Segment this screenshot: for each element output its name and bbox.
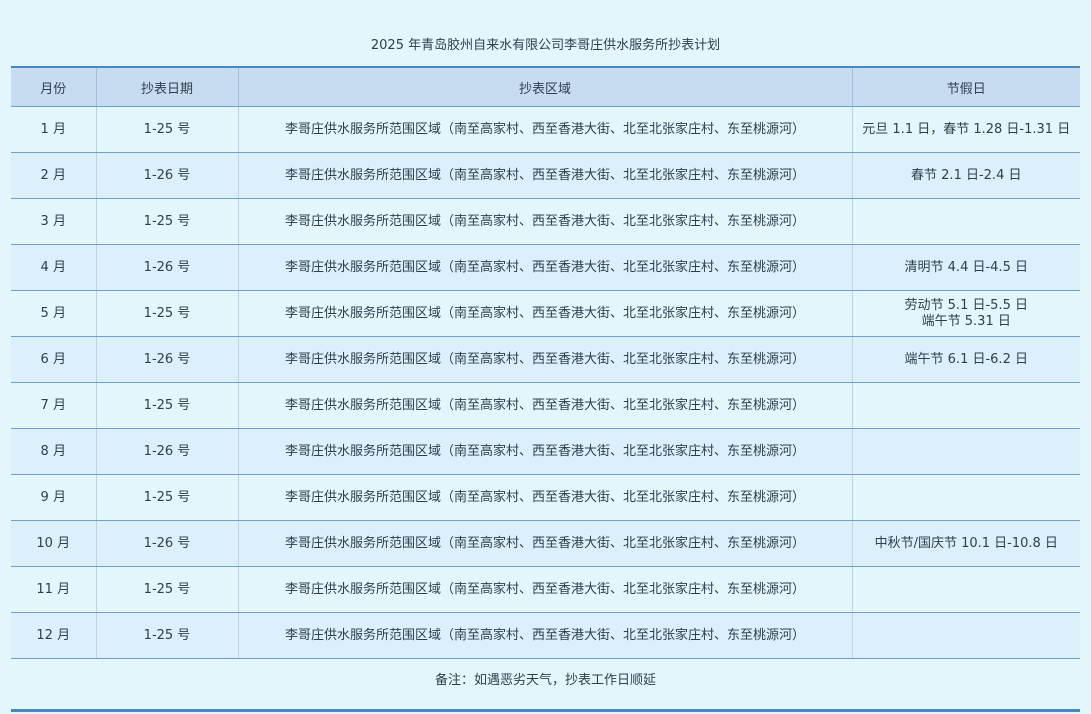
- area-cell: 李哥庄供水服务所范围区域（南至高家村、西至香港大街、北至北张家庄村、东至桃源河）: [238, 566, 853, 613]
- date-cell: 1-26 号: [96, 336, 239, 383]
- date-cell: 1-25 号: [96, 566, 239, 613]
- table-row: 3 月 1-25 号李哥庄供水服务所范围区域（南至高家村、西至香港大街、北至北张家…: [11, 198, 1080, 245]
- table-header: 月份 抄表日期 抄表区域 节假日: [11, 67, 1080, 107]
- holiday-cell: [852, 612, 1080, 659]
- date-cell: 1-25 号: [96, 290, 239, 337]
- column-header-date: 抄表日期: [96, 67, 239, 107]
- date-cell: 1-25 号: [96, 474, 239, 521]
- table-row: 5 月 1-25 号李哥庄供水服务所范围区域（南至高家村、西至香港大街、北至北张家…: [11, 290, 1080, 337]
- date-cell: 1-25 号: [96, 612, 239, 659]
- column-header-holiday: 节假日: [852, 67, 1080, 107]
- holiday-text: 端午节 5.31 日: [921, 313, 1011, 329]
- month-cell: 11 月: [11, 566, 97, 613]
- area-cell: 李哥庄供水服务所范围区域（南至高家村、西至香港大街、北至北张家庄村、东至桃源河）: [238, 520, 853, 567]
- date-cell: 1-25 号: [96, 106, 239, 153]
- holiday-text: 元旦 1.1 日，春节 1.28 日-1.31 日: [862, 121, 1071, 137]
- table-row: 11 月 1-25 号李哥庄供水服务所范围区域（南至高家村、西至香港大街、北至北张…: [11, 566, 1080, 613]
- area-cell: 李哥庄供水服务所范围区域（南至高家村、西至香港大街、北至北张家庄村、东至桃源河）: [238, 428, 853, 475]
- month-cell: 6 月: [11, 336, 97, 383]
- table-row: 8 月 1-26 号李哥庄供水服务所范围区域（南至高家村、西至香港大街、北至北张家…: [11, 428, 1080, 475]
- area-cell: 李哥庄供水服务所范围区域（南至高家村、西至香港大街、北至北张家庄村、东至桃源河）: [238, 152, 853, 199]
- holiday-cell: [852, 474, 1080, 521]
- table-row: 6 月 1-26 号李哥庄供水服务所范围区域（南至高家村、西至香港大街、北至北张家…: [11, 336, 1080, 383]
- month-cell: 2 月: [11, 152, 97, 199]
- area-cell: 李哥庄供水服务所范围区域（南至高家村、西至香港大街、北至北张家庄村、东至桃源河）: [238, 612, 853, 659]
- holiday-cell: 中秋节/国庆节 10.1 日-10.8 日: [852, 520, 1080, 567]
- holiday-text: 中秋节/国庆节 10.1 日-10.8 日: [874, 535, 1058, 551]
- area-cell: 李哥庄供水服务所范围区域（南至高家村、西至香港大街、北至北张家庄村、东至桃源河）: [238, 336, 853, 383]
- holiday-cell: [852, 382, 1080, 429]
- area-cell: 李哥庄供水服务所范围区域（南至高家村、西至香港大街、北至北张家庄村、东至桃源河）: [238, 198, 853, 245]
- table-row: 1 月 1-25 号李哥庄供水服务所范围区域（南至高家村、西至香港大街、北至北张家…: [11, 106, 1080, 153]
- area-cell: 李哥庄供水服务所范围区域（南至高家村、西至香港大街、北至北张家庄村、东至桃源河）: [238, 106, 853, 153]
- bottom-divider: [11, 709, 1080, 712]
- holiday-cell: 元旦 1.1 日，春节 1.28 日-1.31 日: [852, 106, 1080, 153]
- holiday-cell: 清明节 4.4 日-4.5 日: [852, 244, 1080, 291]
- holiday-cell: 春节 2.1 日-2.4 日: [852, 152, 1080, 199]
- area-cell: 李哥庄供水服务所范围区域（南至高家村、西至香港大街、北至北张家庄村、东至桃源河）: [238, 290, 853, 337]
- month-cell: 1 月: [11, 106, 97, 153]
- header-row: 月份 抄表日期 抄表区域 节假日: [11, 67, 1080, 107]
- document: 2025 年青岛胶州自来水有限公司李哥庄供水服务所抄表计划 月份 抄表日期 抄表…: [0, 0, 1091, 714]
- page-title: 2025 年青岛胶州自来水有限公司李哥庄供水服务所抄表计划: [370, 38, 721, 53]
- date-cell: 1-26 号: [96, 520, 239, 567]
- holiday-cell: [852, 566, 1080, 613]
- holiday-text: 清明节 4.4 日-4.5 日: [904, 259, 1028, 275]
- holiday-cell: [852, 428, 1080, 475]
- meter-reading-plan-table: 月份 抄表日期 抄表区域 节假日 1 月 1-25 号李哥庄供水服务所范围区域（南…: [11, 66, 1080, 659]
- date-cell: 1-26 号: [96, 428, 239, 475]
- month-cell: 10 月: [11, 520, 97, 567]
- holiday-cell: [852, 198, 1080, 245]
- date-cell: 1-26 号: [96, 152, 239, 199]
- table-row: 10 月 1-26 号李哥庄供水服务所范围区域（南至高家村、西至香港大街、北至北张…: [11, 520, 1080, 567]
- month-cell: 5 月: [11, 290, 97, 337]
- table-body: 1 月 1-25 号李哥庄供水服务所范围区域（南至高家村、西至香港大街、北至北张家…: [11, 106, 1080, 659]
- table-row: 9 月 1-25 号李哥庄供水服务所范围区域（南至高家村、西至香港大街、北至北张家…: [11, 474, 1080, 521]
- date-cell: 1-25 号: [96, 198, 239, 245]
- table-row: 12 月 1-25 号李哥庄供水服务所范围区域（南至高家村、西至香港大街、北至北张…: [11, 612, 1080, 659]
- holiday-cell: 劳动节 5.1 日-5.5 日端午节 5.31 日: [852, 290, 1080, 337]
- area-cell: 李哥庄供水服务所范围区域（南至高家村、西至香港大街、北至北张家庄村、东至桃源河）: [238, 474, 853, 521]
- area-cell: 李哥庄供水服务所范围区域（南至高家村、西至香港大街、北至北张家庄村、东至桃源河）: [238, 244, 853, 291]
- month-cell: 4 月: [11, 244, 97, 291]
- month-cell: 8 月: [11, 428, 97, 475]
- holiday-text: 端午节 6.1 日-6.2 日: [904, 351, 1028, 367]
- month-cell: 12 月: [11, 612, 97, 659]
- holiday-cell: 端午节 6.1 日-6.2 日: [852, 336, 1080, 383]
- holiday-text: 劳动节 5.1 日-5.5 日: [904, 297, 1028, 313]
- area-cell: 李哥庄供水服务所范围区域（南至高家村、西至香港大街、北至北张家庄村、东至桃源河）: [238, 382, 853, 429]
- date-cell: 1-26 号: [96, 244, 239, 291]
- column-header-area: 抄表区域: [238, 67, 853, 107]
- footnote: 备注：如遇恶劣天气，抄表工作日顺延: [434, 673, 656, 688]
- month-cell: 9 月: [11, 474, 97, 521]
- table-row: 4 月 1-26 号李哥庄供水服务所范围区域（南至高家村、西至香港大街、北至北张家…: [11, 244, 1080, 291]
- table-row: 7 月 1-25 号李哥庄供水服务所范围区域（南至高家村、西至香港大街、北至北张家…: [11, 382, 1080, 429]
- holiday-text: 春节 2.1 日-2.4 日: [911, 167, 1022, 183]
- month-cell: 3 月: [11, 198, 97, 245]
- month-cell: 7 月: [11, 382, 97, 429]
- table-row: 2 月 1-26 号李哥庄供水服务所范围区域（南至高家村、西至香港大街、北至北张家…: [11, 152, 1080, 199]
- column-header-month: 月份: [11, 67, 97, 107]
- date-cell: 1-25 号: [96, 382, 239, 429]
